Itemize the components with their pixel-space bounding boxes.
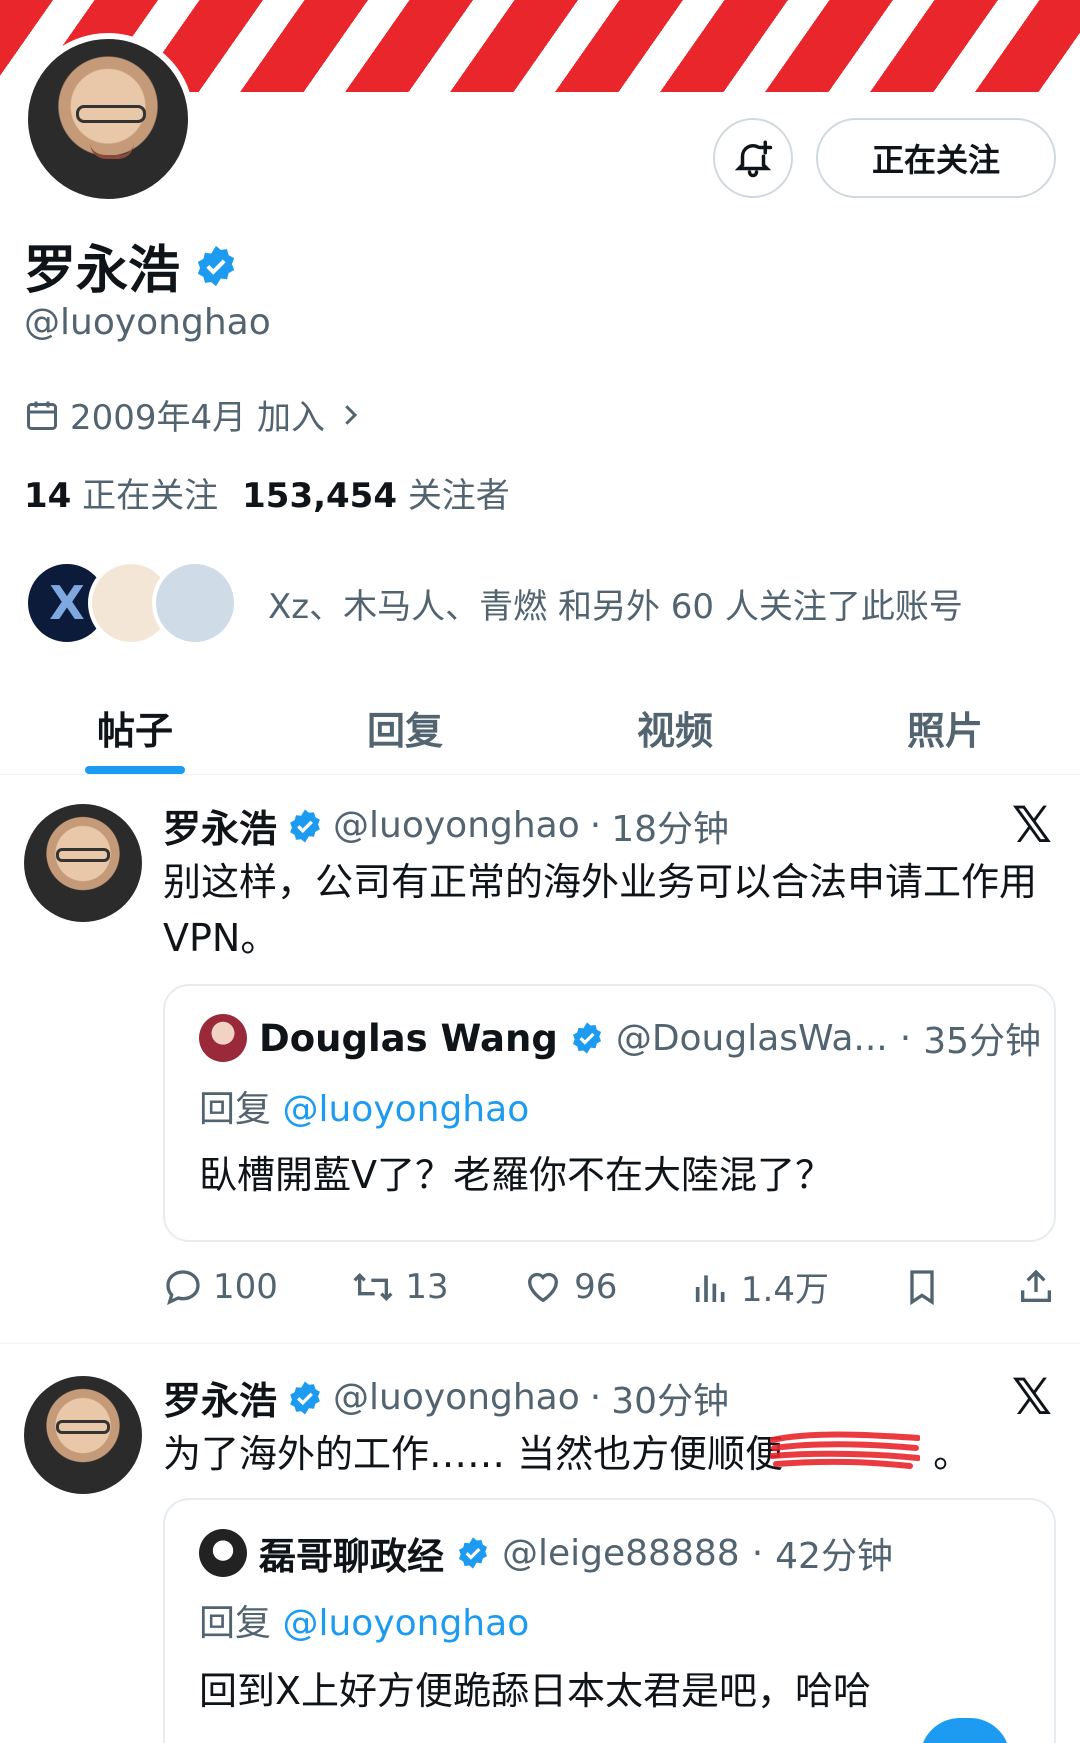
post-avatar[interactable] bbox=[24, 804, 142, 922]
profile-name-row: 罗永浩 bbox=[24, 228, 238, 303]
tab-photos[interactable]: 照片 bbox=[810, 680, 1080, 774]
quote-author-handle: @DouglasWa... bbox=[615, 1017, 888, 1059]
verified-badge-icon bbox=[197, 245, 235, 286]
quote-avatar bbox=[199, 1014, 247, 1062]
joined-text: 2009年4月 加入 bbox=[70, 398, 325, 438]
quote-author-name: Douglas Wang bbox=[259, 1016, 558, 1060]
tab-replies[interactable]: 回复 bbox=[270, 680, 540, 774]
post-actions: 100 13 96 1.4万 bbox=[163, 1262, 1056, 1311]
quote-header: 磊哥聊政经 @leige88888 · 42分钟 bbox=[199, 1526, 893, 1580]
post-text-end: 。 bbox=[933, 1432, 972, 1476]
post-item[interactable]: 罗永浩 @luoyonghao · 18分钟 𝕏 别这样，公司有正常的海外业务可… bbox=[0, 776, 1080, 1342]
redaction-scribble bbox=[770, 1431, 920, 1469]
bell-plus-icon bbox=[734, 140, 773, 178]
profile-tabs: 帖子 回复 视频 照片 bbox=[0, 680, 1080, 775]
verified-badge-icon bbox=[290, 809, 320, 842]
reply-icon bbox=[166, 1269, 200, 1305]
quote-time: 35分钟 bbox=[923, 1021, 1041, 1062]
verified-badge-icon bbox=[458, 1537, 488, 1569]
quote-reply-context: 回复 @luoyonghao bbox=[199, 1594, 529, 1646]
joined-date[interactable]: 2009年4月 加入 bbox=[24, 390, 365, 439]
verified-badge-icon bbox=[572, 1022, 601, 1054]
tab-videos[interactable]: 视频 bbox=[540, 680, 810, 774]
quoted-post[interactable]: Douglas Wang @DouglasWa... · 35分钟 回复 @lu… bbox=[163, 984, 1056, 1242]
reply-button[interactable]: 100 bbox=[163, 1267, 278, 1307]
quote-text: 臥槽開藍V了？老羅你不在大陸混了？ bbox=[199, 1153, 833, 1197]
notify-button[interactable] bbox=[713, 118, 793, 198]
post-author-handle[interactable]: @luoyonghao bbox=[333, 1377, 580, 1418]
views-button[interactable]: 1.4万 bbox=[691, 1262, 829, 1311]
quote-avatar bbox=[199, 1529, 247, 1577]
following-count[interactable]: 14 正在关注 bbox=[24, 468, 218, 517]
following-button[interactable]: 正在关注 bbox=[816, 118, 1056, 198]
follow-counts: 14 正在关注 153,454 关注者 bbox=[24, 468, 510, 517]
reply-prefix: 回复 bbox=[199, 1603, 272, 1644]
reply-count: 100 bbox=[213, 1266, 278, 1307]
post-time[interactable]: 18分钟 bbox=[611, 800, 729, 852]
share-icon bbox=[1020, 1269, 1051, 1302]
quote-time: 42分钟 bbox=[775, 1536, 893, 1577]
quote-author-name: 磊哥聊政经 bbox=[259, 1535, 444, 1578]
chevron-right-icon bbox=[345, 404, 358, 425]
followed-by-text: Xz、木马人、青燃 和另外 60 人关注了此账号 bbox=[268, 586, 963, 627]
quote-header: Douglas Wang @DouglasWa... · 35分钟 bbox=[199, 1012, 1041, 1064]
quote-text: 回到X上好方便跪舔日本太君是吧，哈哈 bbox=[199, 1669, 872, 1713]
reply-mention[interactable]: @luoyonghao bbox=[282, 1089, 529, 1130]
reply-prefix: 回复 bbox=[199, 1089, 272, 1130]
post-author-name[interactable]: 罗永浩 bbox=[163, 1370, 277, 1425]
like-icon bbox=[528, 1272, 559, 1302]
calendar-icon bbox=[27, 401, 57, 430]
post-author-name[interactable]: 罗永浩 bbox=[163, 798, 277, 853]
post-author-handle[interactable]: @luoyonghao bbox=[333, 805, 580, 846]
post-header: 罗永浩 @luoyonghao · 18分钟 bbox=[163, 798, 729, 853]
quote-author-handle: @leige88888 bbox=[502, 1532, 740, 1574]
post-text-visible: 为了海外的工作…… 当然也方便顺便 bbox=[163, 1432, 784, 1476]
x-logo-icon: 𝕏 bbox=[1011, 1368, 1052, 1426]
like-count: 96 bbox=[574, 1266, 618, 1307]
post-item[interactable]: 罗永浩 @luoyonghao · 30分钟 𝕏 为了海外的工作…… 当然也方便… bbox=[0, 1344, 1080, 1743]
profile-handle: @luoyonghao bbox=[24, 302, 271, 343]
followers-count[interactable]: 153,454 关注者 bbox=[242, 468, 510, 517]
tab-posts[interactable]: 帖子 bbox=[0, 680, 270, 774]
verified-badge-icon bbox=[290, 1381, 320, 1414]
quoted-post[interactable]: 磊哥聊政经 @leige88888 · 42分钟 回复 @luoyonghao … bbox=[163, 1498, 1056, 1743]
quote-reply-context: 回复 @luoyonghao bbox=[199, 1080, 529, 1132]
bookmark-icon bbox=[910, 1269, 935, 1305]
views-count: 1.4万 bbox=[740, 1270, 829, 1310]
post-text: 别这样，公司有正常的海外业务可以合法申请工作用 VPN。 bbox=[163, 860, 1038, 960]
x-logo-icon: 𝕏 bbox=[1011, 796, 1052, 854]
followed-by-row[interactable]: X Xz、木马人、青燃 和另外 60 人关注了此账号 bbox=[24, 560, 963, 646]
retweet-icon bbox=[353, 1272, 393, 1301]
follower-avatar bbox=[152, 560, 238, 646]
like-button[interactable]: 96 bbox=[522, 1267, 617, 1307]
bookmark-button[interactable] bbox=[902, 1267, 942, 1307]
profile-avatar[interactable] bbox=[22, 33, 194, 205]
share-button[interactable] bbox=[1016, 1267, 1056, 1307]
profile-name: 罗永浩 bbox=[24, 241, 181, 301]
retweet-count: 13 bbox=[405, 1266, 449, 1307]
post-time[interactable]: 30分钟 bbox=[611, 1372, 729, 1424]
post-header: 罗永浩 @luoyonghao · 30分钟 bbox=[163, 1370, 729, 1425]
retweet-button[interactable]: 13 bbox=[351, 1266, 449, 1307]
reply-mention[interactable]: @luoyonghao bbox=[282, 1603, 529, 1644]
post-avatar[interactable] bbox=[24, 1376, 142, 1494]
views-icon bbox=[695, 1274, 725, 1302]
